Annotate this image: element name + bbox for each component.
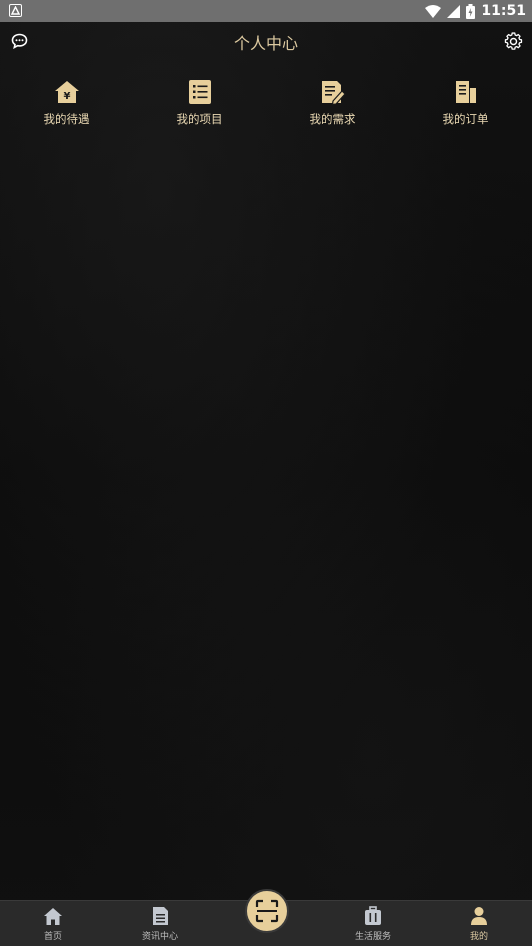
quick-item-label: 我的待遇 [43,112,90,126]
screen: 11:51 个人中心 ¥ 我的待遇 我的项目 我的需求 我的订单 首页 资讯中心… [0,0,532,946]
settings-button[interactable] [502,30,524,52]
tab-label: 首页 [43,932,62,942]
header: 个人中心 [0,22,532,60]
svg-text:¥: ¥ [63,91,70,102]
gear-icon [504,31,522,50]
house-yen-icon: ¥ [53,78,81,106]
wifi-icon [425,4,442,18]
edit-document-icon [319,78,347,106]
tab-mine[interactable]: 我的 [439,905,519,942]
android-notification-icon [9,4,22,17]
quick-item-my-projects[interactable]: 我的项目 [133,78,266,134]
person-icon [468,905,490,927]
status-bar-right: 11:51 [425,2,526,20]
quick-item-label: 我的需求 [309,112,356,126]
list-document-icon [186,78,214,106]
tab-label: 我的 [469,932,488,942]
tab-label: 资讯中心 [141,932,178,942]
quick-item-my-requests[interactable]: 我的需求 [266,78,399,134]
quick-menu: ¥ 我的待遇 我的项目 我的需求 我的订单 [0,78,532,134]
battery-charging-icon [466,3,476,19]
tab-news[interactable]: 资讯中心 [120,905,200,942]
building-icon [452,78,480,106]
quick-item-label: 我的项目 [176,112,223,126]
cellular-signal-icon [447,4,461,18]
luggage-icon [362,905,384,927]
tab-bar: 首页 资讯中心 生活服务 我的 [0,889,532,946]
scan-button[interactable] [245,889,289,933]
quick-item-label: 我的订单 [442,112,489,126]
tab-label: 生活服务 [354,932,391,942]
status-time: 11:51 [481,3,526,19]
tab-life-services[interactable]: 生活服务 [333,905,413,942]
status-bar: 11:51 [0,0,532,22]
scan-frame-icon [255,899,279,923]
quick-item-my-orders[interactable]: 我的订单 [399,78,532,134]
news-document-icon [149,905,171,927]
tab-home[interactable]: 首页 [13,905,93,942]
page-title: 个人中心 [233,34,298,53]
home-icon [42,905,64,927]
quick-item-my-benefits[interactable]: ¥ 我的待遇 [0,78,133,134]
